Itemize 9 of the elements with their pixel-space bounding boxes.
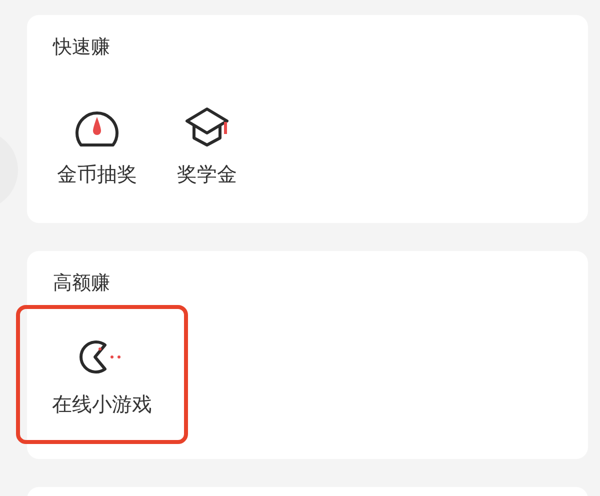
item-label: 金币抽奖 — [57, 161, 137, 188]
feature-item[interactable]: 金币抽奖 — [49, 103, 145, 192]
item-label: 在线小游戏 — [52, 391, 152, 418]
item-label: 奖学金 — [177, 161, 237, 188]
feature-item[interactable]: 奖学金 — [169, 103, 245, 192]
section-title: 快速赚 — [53, 35, 111, 59]
section-title: 高额赚 — [53, 271, 111, 295]
feature-item[interactable]: 在线小游戏 — [16, 305, 188, 444]
graduation-cap-icon — [183, 107, 231, 147]
